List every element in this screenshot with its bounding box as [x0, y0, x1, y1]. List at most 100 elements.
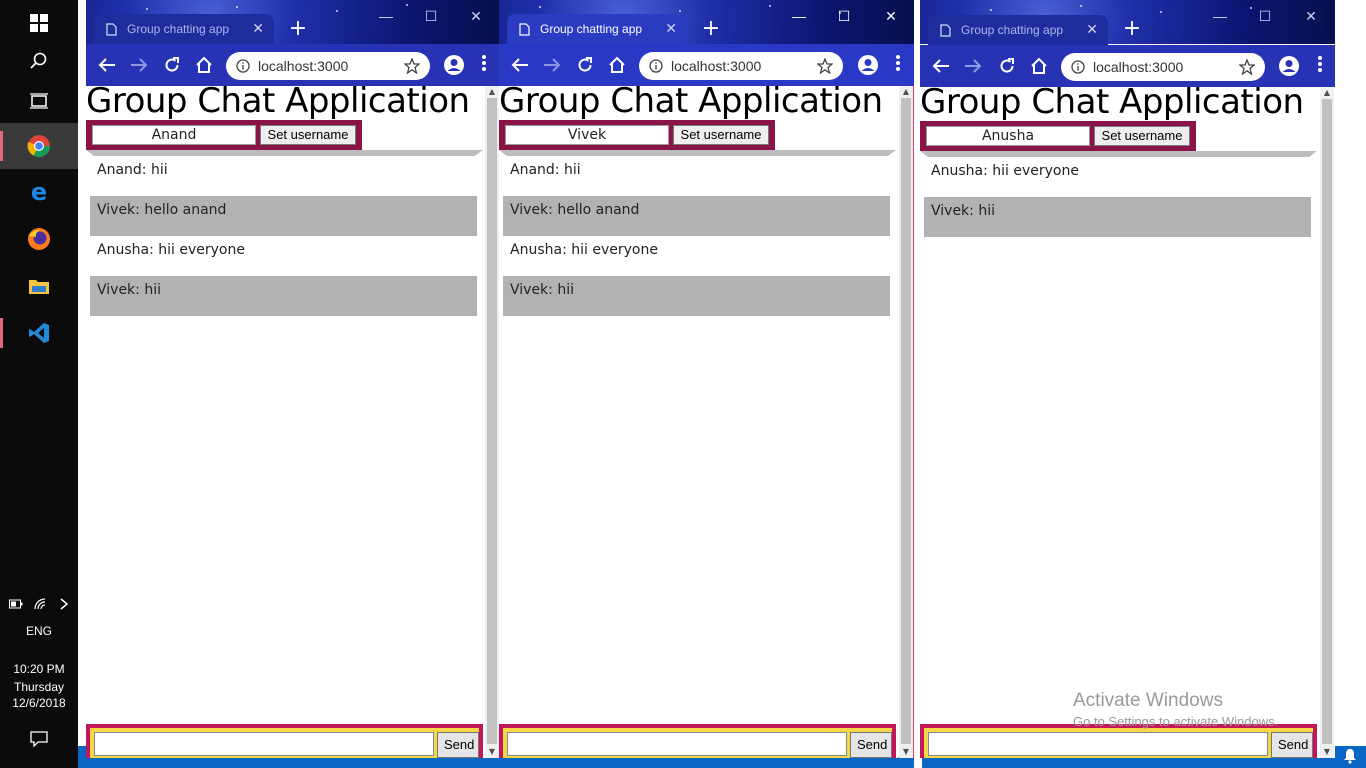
browser-toolbar: localhost:3000	[86, 44, 499, 86]
vertical-scrollbar[interactable]: ▲ ▼	[899, 86, 913, 758]
message-composer: Send	[920, 724, 1317, 758]
new-tab-button[interactable]: +	[1120, 18, 1144, 42]
set-username-button[interactable]: Set username	[1094, 126, 1190, 146]
send-button[interactable]: Send	[1271, 732, 1313, 758]
back-button[interactable]	[509, 54, 531, 76]
maximize-button[interactable]: ☐	[413, 4, 449, 28]
set-username-button[interactable]: Set username	[673, 125, 769, 145]
info-icon[interactable]	[1071, 60, 1085, 74]
scroll-thumb[interactable]	[1322, 99, 1332, 744]
username-input[interactable]: Anusha	[926, 126, 1090, 146]
vscode-taskbar-button[interactable]	[0, 310, 78, 356]
new-tab-button[interactable]: +	[286, 18, 310, 42]
chat-message: Anusha: hii everyone	[931, 163, 1079, 179]
profile-button[interactable]	[1278, 55, 1300, 77]
browser-tab[interactable]: Group chatting app ✕	[94, 14, 274, 44]
address-bar[interactable]: localhost:3000	[226, 52, 430, 80]
page-content: Group Chat Application Vivek Set usernam…	[499, 86, 898, 758]
close-window-button[interactable]: ✕	[873, 4, 909, 28]
message-composer: Send	[86, 724, 483, 758]
bookmark-star-icon[interactable]	[1239, 59, 1255, 75]
clock-time[interactable]: 10:20 PM	[0, 662, 78, 676]
clock-day[interactable]: Thursday	[0, 680, 78, 694]
scroll-up-icon[interactable]: ▲	[899, 86, 913, 98]
message-input[interactable]	[507, 732, 847, 756]
reload-button[interactable]	[161, 54, 183, 76]
back-button[interactable]	[930, 55, 952, 77]
profile-button[interactable]	[857, 54, 879, 76]
reload-icon	[578, 57, 592, 72]
scroll-down-icon[interactable]: ▼	[1320, 746, 1334, 758]
chrome-taskbar-button[interactable]	[0, 123, 78, 169]
scroll-thumb[interactable]	[901, 98, 911, 744]
profile-button[interactable]	[443, 54, 465, 76]
address-bar[interactable]: localhost:3000	[639, 52, 843, 80]
reload-button[interactable]	[996, 55, 1018, 77]
username-bar: Vivek Set username	[499, 120, 775, 150]
page-icon	[519, 22, 530, 36]
set-username-button[interactable]: Set username	[260, 125, 356, 145]
username-input[interactable]: Anand	[92, 125, 256, 145]
bookmark-star-icon[interactable]	[817, 58, 833, 74]
send-button[interactable]: Send	[437, 732, 479, 758]
home-button[interactable]	[1028, 55, 1050, 77]
home-icon	[196, 56, 212, 73]
scroll-down-icon[interactable]: ▼	[485, 746, 499, 758]
bookmark-star-icon[interactable]	[404, 58, 420, 74]
minimize-button[interactable]: —	[781, 4, 817, 28]
notification-icon	[30, 731, 48, 747]
forward-button[interactable]	[962, 55, 984, 77]
maximize-button[interactable]: ☐	[826, 4, 862, 28]
scroll-thumb[interactable]	[487, 98, 497, 744]
task-view-button[interactable]	[0, 78, 78, 124]
minimize-button[interactable]: —	[368, 4, 404, 28]
vertical-scrollbar[interactable]: ▲ ▼	[485, 86, 499, 758]
reload-button[interactable]	[574, 54, 596, 76]
message-input[interactable]	[928, 732, 1268, 756]
message-input[interactable]	[94, 732, 434, 756]
browser-tab[interactable]: Group chatting app ✕	[507, 14, 687, 44]
username-input[interactable]: Vivek	[505, 125, 669, 145]
chat-message: Vivek: hello anand	[90, 196, 477, 236]
forward-button[interactable]	[128, 54, 150, 76]
info-icon[interactable]	[236, 59, 250, 73]
close-tab-icon[interactable]: ✕	[665, 22, 677, 36]
maximize-button[interactable]: ☐	[1247, 4, 1283, 28]
battery-icon[interactable]	[9, 599, 23, 609]
close-window-button[interactable]: ✕	[1293, 4, 1329, 28]
scroll-up-icon[interactable]: ▲	[485, 86, 499, 98]
browser-tab[interactable]: Group chatting app ✕	[928, 15, 1108, 45]
scroll-up-icon[interactable]: ▲	[1320, 87, 1334, 99]
minimize-button[interactable]: —	[1202, 4, 1238, 28]
action-center-button[interactable]	[0, 716, 78, 762]
home-button[interactable]	[606, 54, 628, 76]
edge-taskbar-button[interactable]: e	[0, 169, 78, 215]
clock-date[interactable]: 12/6/2018	[0, 696, 78, 710]
chevron-right-icon[interactable]	[59, 598, 69, 610]
close-tab-icon[interactable]: ✕	[1086, 23, 1098, 37]
file-explorer-taskbar-button[interactable]	[0, 263, 78, 309]
menu-button[interactable]	[1317, 55, 1327, 77]
close-tab-icon[interactable]: ✕	[252, 22, 264, 36]
firefox-taskbar-button[interactable]	[0, 216, 78, 262]
new-tab-button[interactable]: +	[699, 18, 723, 42]
bell-icon[interactable]	[1342, 748, 1358, 764]
address-bar[interactable]: localhost:3000	[1061, 53, 1265, 81]
home-button[interactable]	[193, 54, 215, 76]
send-button[interactable]: Send	[850, 732, 892, 758]
title-bar: Group chatting app ✕ + — ☐ ✕	[499, 0, 914, 44]
search-icon	[30, 52, 47, 69]
close-window-button[interactable]: ✕	[458, 4, 494, 28]
wifi-icon[interactable]	[34, 598, 48, 610]
menu-button[interactable]	[895, 54, 905, 76]
vertical-scrollbar[interactable]: ▲ ▼	[1320, 87, 1334, 758]
url-text: localhost:3000	[258, 58, 349, 74]
home-icon	[1031, 57, 1047, 74]
chat-message: Vivek: hii	[503, 276, 890, 316]
language-indicator[interactable]: ENG	[0, 624, 78, 638]
info-icon[interactable]	[649, 59, 663, 73]
forward-button[interactable]	[541, 54, 563, 76]
menu-button[interactable]	[481, 54, 491, 76]
back-button[interactable]	[96, 54, 118, 76]
scroll-down-icon[interactable]: ▼	[899, 746, 913, 758]
